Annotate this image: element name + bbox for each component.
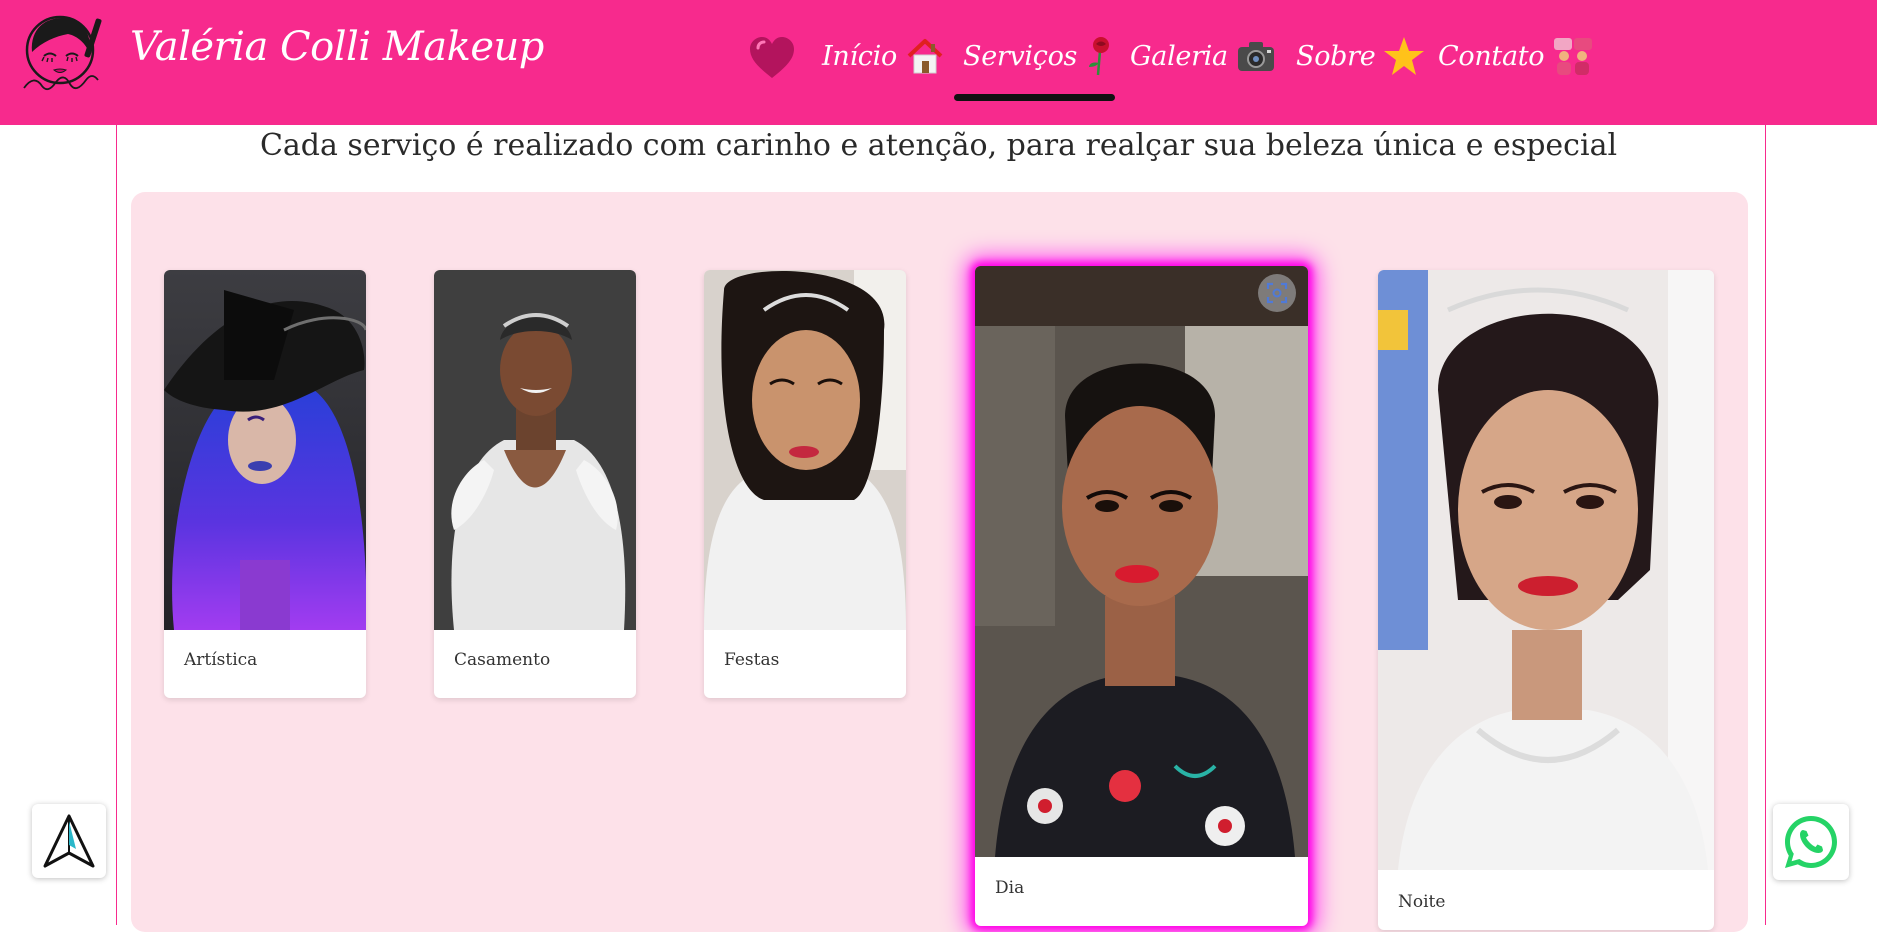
nav-item-label: Galeria	[1130, 40, 1228, 72]
nav-item-galeria[interactable]: Galeria	[1130, 32, 1276, 80]
active-nav-indicator	[954, 94, 1115, 101]
service-card-noite[interactable]: Noite	[1378, 270, 1714, 930]
nav-item-sobre[interactable]: Sobre	[1296, 32, 1425, 80]
people-icon	[1552, 36, 1594, 76]
camera-icon	[1236, 39, 1276, 73]
navigation-button[interactable]	[32, 804, 106, 878]
nav-item-servicos[interactable]: Serviços	[963, 32, 1115, 80]
service-card-artistica[interactable]: Artística	[164, 270, 366, 698]
artistic-makeup-photo	[164, 270, 366, 630]
services-subtitle: Cada serviço é realizado com carinho e a…	[259, 128, 1618, 163]
nav-item-contato[interactable]: Contato	[1438, 32, 1594, 80]
rose-icon	[1085, 35, 1115, 77]
card-caption: Noite	[1398, 892, 1446, 912]
night-makeup-photo	[1378, 270, 1714, 870]
nav-item-label: Contato	[1438, 40, 1545, 72]
nav-item-label: Serviços	[963, 40, 1078, 72]
whatsapp-button[interactable]	[1773, 804, 1849, 880]
card-caption: Dia	[995, 878, 1025, 898]
heart-icon	[748, 36, 796, 80]
main-navigation: Início Serviços Galeria Sobre Contato	[0, 0, 1877, 125]
service-card-casamento[interactable]: Casamento	[434, 270, 636, 698]
lens-icon	[1266, 282, 1288, 304]
navigation-arrow-icon	[43, 814, 95, 868]
card-caption: Casamento	[454, 650, 551, 670]
whatsapp-icon	[1785, 816, 1837, 868]
visual-search-button[interactable]	[1258, 274, 1296, 312]
house-icon	[905, 36, 945, 76]
nav-item-label: Sobre	[1296, 40, 1376, 72]
party-makeup-photo	[704, 270, 906, 630]
card-caption: Artística	[184, 650, 258, 670]
nav-item-inicio[interactable]: Início	[822, 32, 945, 80]
service-card-dia[interactable]: Dia	[975, 266, 1308, 926]
day-makeup-photo	[975, 266, 1308, 857]
site-header: Valéria Colli Makeup Início Serviços Gal…	[0, 0, 1877, 125]
wedding-makeup-photo	[434, 270, 636, 630]
nav-item-label: Início	[822, 40, 897, 72]
service-card-festas[interactable]: Festas	[704, 270, 906, 698]
star-icon	[1383, 36, 1425, 76]
card-caption: Festas	[724, 650, 780, 670]
